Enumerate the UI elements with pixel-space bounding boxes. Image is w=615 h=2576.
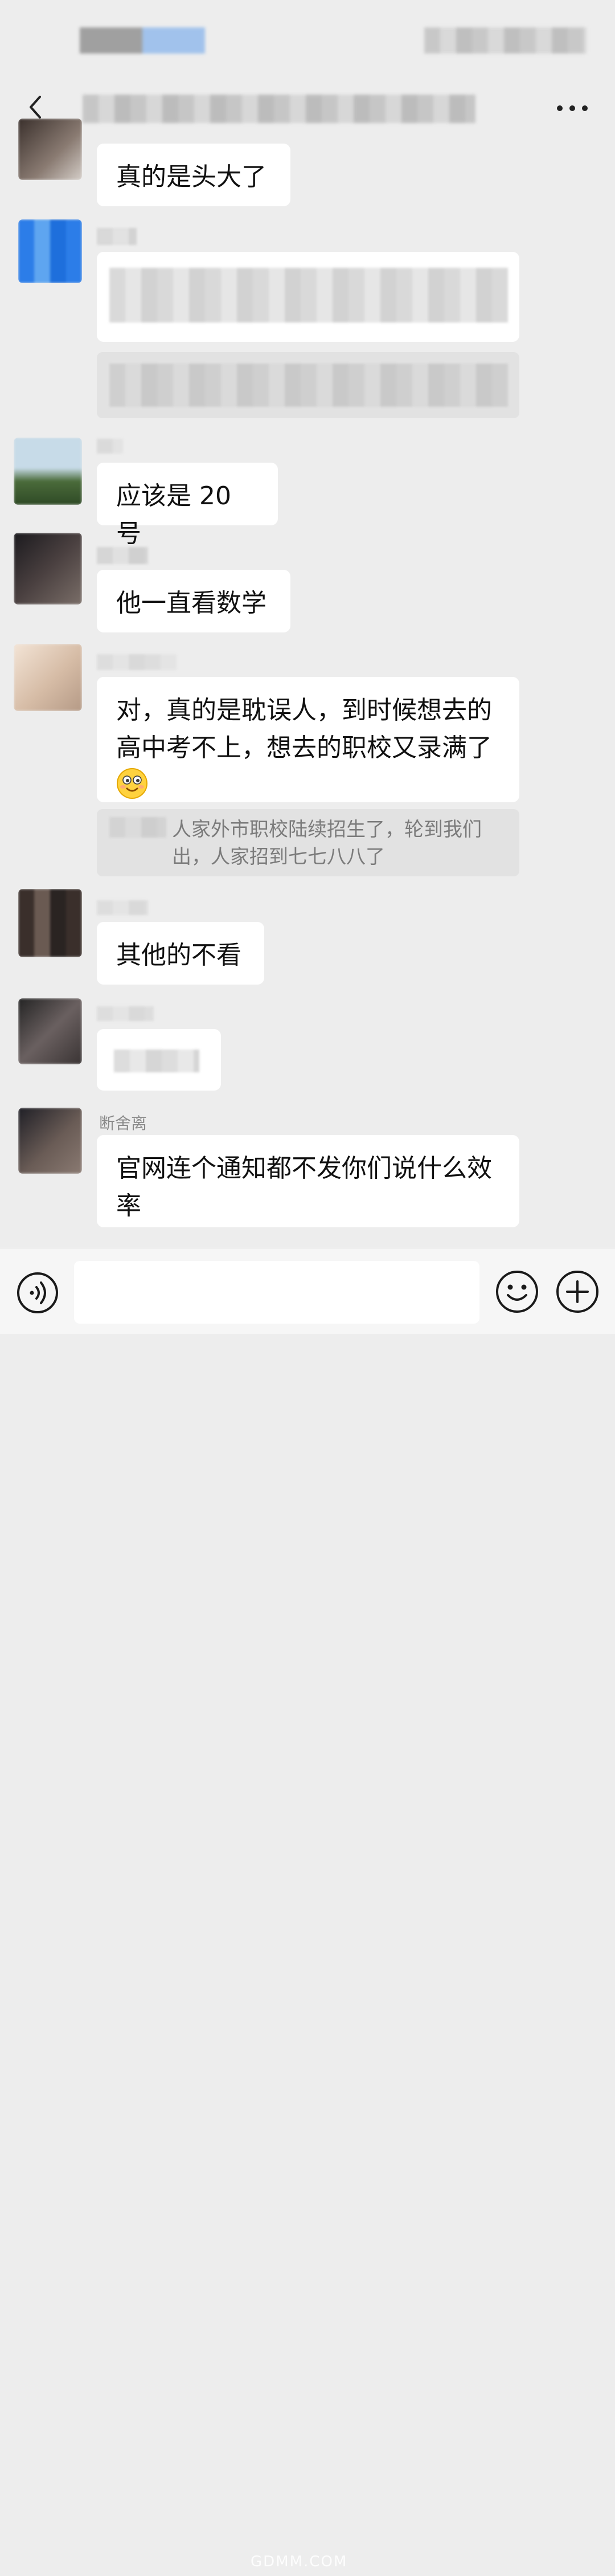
quoted-message[interactable] xyxy=(97,352,519,418)
message-bubble[interactable]: 真的是头大了 xyxy=(97,144,290,206)
sender-name xyxy=(97,228,137,245)
avatar[interactable] xyxy=(14,438,82,505)
avatar[interactable] xyxy=(14,644,82,711)
message-text: 应该是 20 号 xyxy=(116,481,231,548)
message-text xyxy=(109,268,508,322)
message-text: 他一直看数学 xyxy=(116,589,266,618)
message-bubble[interactable]: 其他的不看 xyxy=(97,922,264,985)
avatar[interactable] xyxy=(18,219,82,283)
quoted-text xyxy=(109,364,508,407)
message-text: 官网连个通知都不发你们说什么效率 xyxy=(116,1154,492,1220)
watermark: GDMM.COM xyxy=(251,2553,348,2570)
message-bubble[interactable] xyxy=(97,252,519,342)
status-time xyxy=(80,27,205,54)
sender-name: 断舍离 xyxy=(99,1114,147,1133)
message-text: 对，真的是耽误人，到时候想去的高中考不上，想去的职校又录满了 xyxy=(116,696,492,762)
avatar[interactable] xyxy=(18,119,82,180)
avatar[interactable] xyxy=(18,1108,82,1174)
message-text: 真的是头大了 xyxy=(116,162,266,191)
quoted-sender xyxy=(109,817,166,838)
chat-title xyxy=(83,95,475,123)
quoted-text: 人家外市职校陆续招生了，轮到我们出，人家招到七七八八了 xyxy=(172,818,482,868)
message-bubble[interactable] xyxy=(97,1029,221,1091)
sender-name xyxy=(97,654,177,670)
status-bar xyxy=(0,0,615,80)
input-bar: GDMM.COM xyxy=(0,1248,615,2570)
sender-name xyxy=(97,439,123,454)
sender-name xyxy=(97,1006,154,1021)
chat-header xyxy=(0,80,615,137)
ellipsis-icon[interactable] xyxy=(550,91,595,125)
message-text: 其他的不看 xyxy=(116,941,241,970)
message-bubble[interactable]: 对，真的是耽误人，到时候想去的高中考不上，想去的职校又录满了 xyxy=(97,677,519,802)
emoji-icon[interactable] xyxy=(494,1269,540,1314)
message-bubble[interactable]: 官网连个通知都不发你们说什么效率 xyxy=(97,1135,519,1227)
plus-icon[interactable] xyxy=(555,1269,600,1314)
status-icons xyxy=(424,27,587,54)
sender-name xyxy=(97,900,148,915)
message-bubble[interactable]: 应该是 20 号 xyxy=(97,463,278,548)
message-input[interactable] xyxy=(74,1261,479,1324)
sender-name xyxy=(97,547,148,564)
avatar[interactable] xyxy=(14,533,82,605)
quoted-message[interactable]: 人家外市职校陆续招生了，轮到我们出，人家招到七七八八了 xyxy=(97,809,519,876)
avatar[interactable] xyxy=(18,889,82,957)
voice-icon[interactable] xyxy=(16,1271,59,1314)
avatar[interactable] xyxy=(18,998,82,1064)
message-bubble[interactable]: 他一直看数学 xyxy=(97,570,290,632)
smiling-face-icon xyxy=(117,768,147,799)
message-text xyxy=(114,1050,199,1072)
